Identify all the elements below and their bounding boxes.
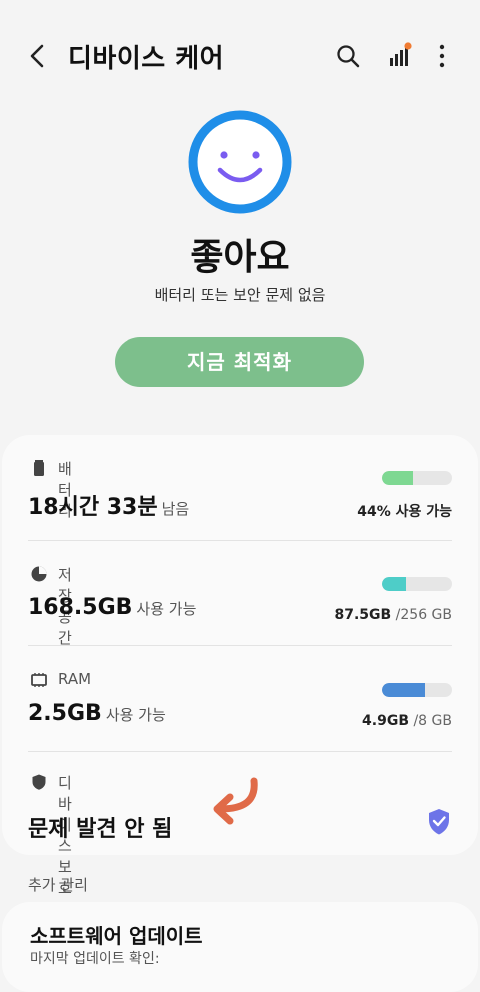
memory-chip-icon [31,673,47,687]
status-card: 배터리 18시간 33분 남음 44% 사용 가능 저장공간 168.5GB 사용 … [2,435,478,897]
ram-bar-fill [382,683,425,697]
diagnostics-button[interactable] [382,38,418,74]
back-button[interactable] [24,38,56,74]
status-smiley-icon [188,110,292,214]
ram-used: 4.9GB [362,713,410,729]
device-protection-status: 문제 발견 안 됨 [28,817,173,842]
status-label: 좋아요 [190,237,290,278]
app-bar: 디바이스 케어 [0,0,480,110]
battery-unit: 남음 [161,500,190,518]
storage-row[interactable]: 저장공간 168.5GB 사용 가능 87.5GB /256 GB [28,563,452,647]
status-description: 배터리 또는 보안 문제 없음 [154,286,326,304]
ram-total: /8 GB [413,713,452,729]
storage-bar-fill [382,577,406,591]
software-update-card[interactable]: 소프트웨어 업데이트 마지막 업데이트 확인: [2,902,478,992]
pie-chart-icon [31,566,47,582]
shield-check-icon [429,809,449,835]
battery-icon [34,460,44,476]
optimize-now-button[interactable]: 지금 최적화 [115,337,364,387]
more-vert-icon [439,44,445,68]
divider [28,540,452,541]
ram-bar [382,683,452,697]
back-arrow-icon [30,44,44,68]
software-update-subtitle: 마지막 업데이트 확인: [30,951,160,967]
divider [28,645,452,646]
storage-total: /256 GB [395,607,452,623]
search-button[interactable] [330,38,366,74]
search-icon [337,45,360,68]
storage-used: 87.5GB [334,607,392,623]
page-title: 디바이스 케어 [68,44,225,74]
software-update-title: 소프트웨어 업데이트 [30,924,203,948]
divider [28,751,452,752]
battery-bar [382,471,452,485]
device-protection-row[interactable]: 디바이스 보호 문제 발견 안 됨 [28,771,452,897]
shield-icon [32,774,46,790]
signal-bars-icon [390,42,412,66]
battery-available: 44% 사용 가능 [357,504,452,520]
storage-bar [382,577,452,591]
ram-value: 2.5GB [28,701,102,726]
ram-unit: 사용 가능 [105,706,166,724]
battery-bar-fill [382,471,413,485]
battery-row[interactable]: 배터리 18시간 33분 남음 44% 사용 가능 [28,457,452,537]
more-options-button[interactable] [424,38,460,74]
ram-row[interactable]: RAM 2.5GB 사용 가능 4.9GB /8 GB [28,669,452,749]
ram-label: RAM [58,670,92,688]
storage-value: 168.5GB [28,595,133,620]
storage-unit: 사용 가능 [136,600,197,618]
battery-value: 18시간 33분 [28,495,158,520]
additional-management-label: 추가 관리 [28,876,88,894]
curved-arrow-icon [213,777,258,825]
